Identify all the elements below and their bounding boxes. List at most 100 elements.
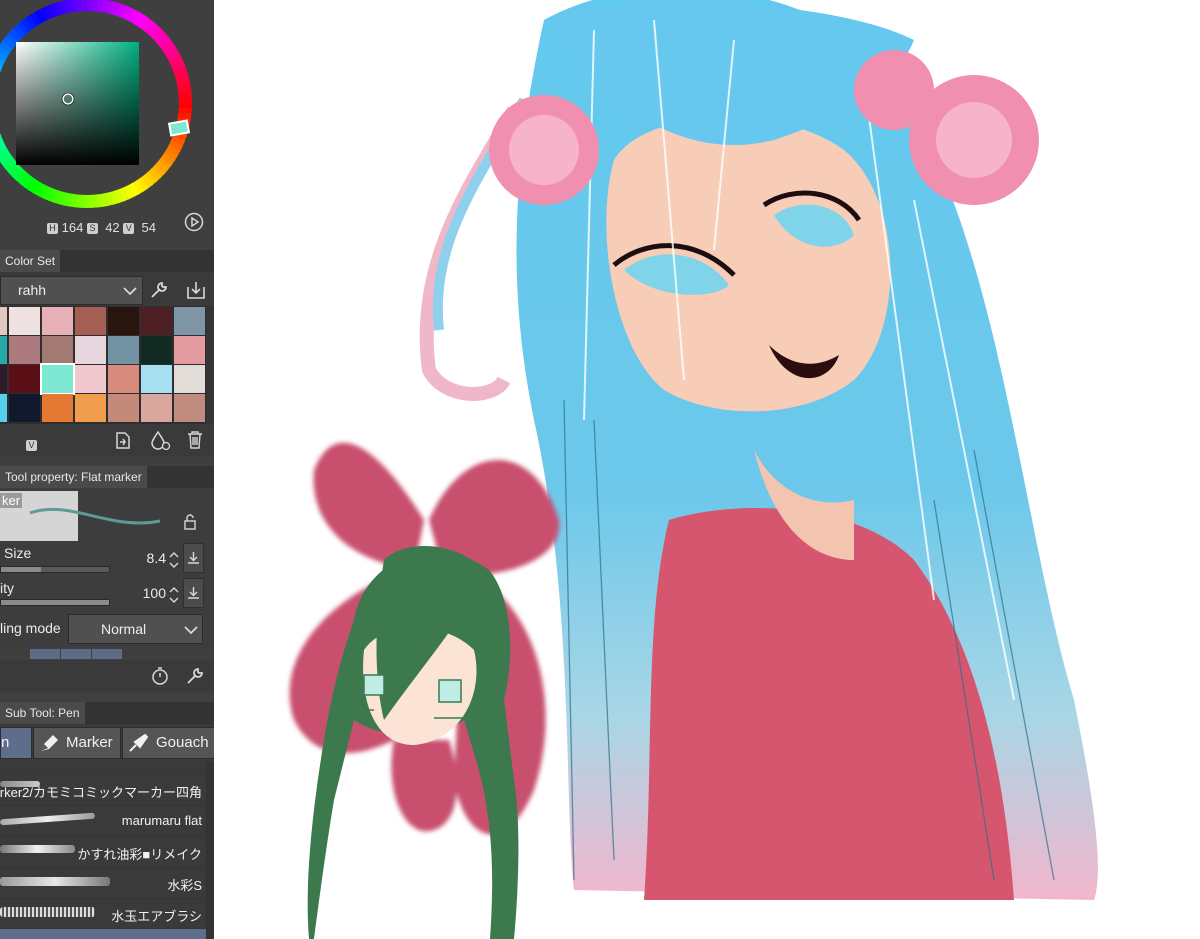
opacity-label: ity xyxy=(0,580,14,596)
stopwatch-icon[interactable] xyxy=(150,666,170,686)
color-swatch[interactable] xyxy=(174,336,205,364)
color-swatch[interactable] xyxy=(75,336,106,364)
color-swatch[interactable] xyxy=(0,365,7,393)
opacity-slider[interactable] xyxy=(0,599,110,606)
brush-item-label: 水彩S xyxy=(167,878,202,893)
download-icon xyxy=(188,552,199,564)
brush-size-value[interactable]: 8.4 xyxy=(118,550,166,566)
brush-item-label: かすれ油彩■リメイク xyxy=(77,847,202,862)
trash-icon[interactable] xyxy=(186,430,204,450)
color-swatch[interactable] xyxy=(9,336,40,364)
tab-sub-tool[interactable]: Sub Tool: Pen xyxy=(0,702,85,724)
color-swatch[interactable] xyxy=(75,307,106,335)
color-swatch[interactable] xyxy=(108,394,139,422)
brush-item[interactable]: かすれ油彩■リメイク xyxy=(0,836,206,867)
brush-item-label: marumaru flat xyxy=(121,813,202,828)
brightness-value: 54 xyxy=(141,220,156,235)
hsv-readout: H 164 S 42 V 54 xyxy=(47,220,156,235)
value-badge: V xyxy=(123,223,135,234)
color-swatch[interactable] xyxy=(9,307,40,335)
preset-chip[interactable] xyxy=(61,649,91,659)
hue-slider-handle[interactable] xyxy=(167,119,191,137)
color-set-name: rahh xyxy=(18,282,47,298)
preset-chip[interactable] xyxy=(30,649,60,659)
color-swatch[interactable] xyxy=(0,394,7,422)
color-swatch[interactable] xyxy=(75,365,106,393)
tab-color-set[interactable]: Color Set xyxy=(0,250,61,272)
brush-item[interactable]: marumaru flat xyxy=(0,805,206,836)
brush-size-pin-button[interactable] xyxy=(183,543,204,573)
color-swatch[interactable] xyxy=(42,307,73,335)
wrench-icon[interactable] xyxy=(185,666,205,686)
color-swatch[interactable] xyxy=(141,394,172,422)
download-icon xyxy=(188,587,199,599)
blending-mode-label: ling mode xyxy=(0,620,61,636)
import-icon[interactable] xyxy=(186,280,206,300)
sub-tool-tab-label: Marker xyxy=(66,734,113,751)
swatch-scrollbar[interactable] xyxy=(206,306,214,424)
color-swatch[interactable] xyxy=(40,363,75,395)
artwork xyxy=(289,0,1098,939)
sub-tool-tab-marker[interactable]: Marker xyxy=(33,727,121,759)
color-swatch[interactable] xyxy=(0,336,7,364)
sub-tool-tab-gouache[interactable]: Gouach xyxy=(122,727,214,759)
color-swatch[interactable] xyxy=(0,307,7,335)
color-swatch[interactable] xyxy=(108,365,139,393)
brush-size-label: Size xyxy=(4,545,32,561)
color-swatch[interactable] xyxy=(141,336,172,364)
brush-list-scrollbar[interactable] xyxy=(206,762,214,939)
brush-item[interactable]: 水玉エアブラシ xyxy=(0,898,206,929)
drawing-canvas[interactable] xyxy=(214,0,1200,939)
color-swatch[interactable] xyxy=(9,365,40,393)
play-circle-icon[interactable] xyxy=(184,212,204,232)
tab-tool-property[interactable]: Tool property: Flat marker xyxy=(0,466,147,488)
color-swatch[interactable] xyxy=(42,336,73,364)
blending-mode-dropdown[interactable]: Normal xyxy=(68,614,203,644)
color-wheel[interactable] xyxy=(0,0,214,240)
color-swatch[interactable] xyxy=(108,336,139,364)
hue-badge: H xyxy=(47,223,58,234)
color-swatch[interactable] xyxy=(9,394,40,422)
paintbrush-icon xyxy=(129,733,149,752)
opacity-value[interactable]: 100 xyxy=(118,585,166,601)
color-swatch[interactable] xyxy=(174,365,205,393)
brush-item[interactable]: larker2/カモミコミックマーカー四角 xyxy=(0,774,206,805)
color-swatch[interactable] xyxy=(174,307,205,335)
left-tool-panel: H 164 S 42 V 54 Color Set rahh V Tool pr… xyxy=(0,0,214,939)
sub-tool-tab-pen[interactable]: n xyxy=(0,727,32,759)
blending-mode-value: Normal xyxy=(101,621,147,637)
opacity-pin-button[interactable] xyxy=(183,578,204,608)
chevron-down-icon xyxy=(184,626,198,635)
brush-size-slider[interactable] xyxy=(0,566,110,573)
brush-item-selected[interactable] xyxy=(0,928,206,939)
marker-icon xyxy=(41,735,58,751)
stepper-icon[interactable] xyxy=(168,550,180,570)
color-swatch[interactable] xyxy=(141,365,172,393)
hue-value: 164 xyxy=(61,220,84,235)
color-swatch[interactable] xyxy=(174,394,205,422)
chibi-illustration xyxy=(289,442,560,939)
v-badge: V xyxy=(26,440,37,451)
chevron-down-icon xyxy=(123,287,137,296)
brush-stroke-preview xyxy=(29,507,161,525)
add-drop-color-icon[interactable] xyxy=(150,430,172,450)
color-set-dropdown[interactable]: rahh xyxy=(0,276,143,305)
sub-tool-tab-label: n xyxy=(1,734,10,751)
unlock-icon[interactable] xyxy=(183,514,197,530)
color-swatch[interactable] xyxy=(42,394,73,422)
brush-list: larker2/カモミコミックマーカー四角 marumaru flat かすれ油… xyxy=(0,762,206,939)
color-swatch[interactable] xyxy=(75,394,106,422)
brush-item-label: 水玉エアブラシ xyxy=(111,909,202,924)
color-swatch[interactable] xyxy=(141,307,172,335)
color-swatch-grid xyxy=(0,306,206,424)
saturation-value: 42 xyxy=(105,220,120,235)
wrench-icon[interactable] xyxy=(149,280,169,300)
add-color-icon[interactable] xyxy=(113,430,133,450)
brush-item[interactable]: 水彩S xyxy=(0,867,206,898)
preset-chip[interactable] xyxy=(92,649,122,659)
color-set-header: Color Set xyxy=(0,250,214,272)
stepper-icon[interactable] xyxy=(168,585,180,605)
sub-tool-tab-label: Gouach xyxy=(156,734,209,751)
color-swatch[interactable] xyxy=(108,307,139,335)
sub-tool-header: Sub Tool: Pen xyxy=(0,702,214,724)
